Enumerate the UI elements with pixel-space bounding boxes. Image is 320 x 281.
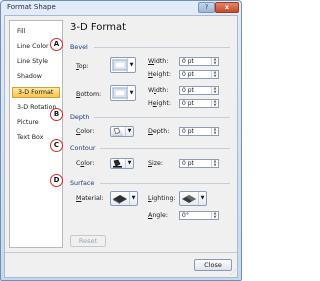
contour-color-label: Color: xyxy=(76,160,95,167)
nav-item-3d-format[interactable]: 3-D Format xyxy=(12,87,60,98)
panel-title: 3-D Format xyxy=(70,22,127,33)
window-close-button[interactable]: x xyxy=(215,2,239,13)
window-title: Format Shape xyxy=(7,3,56,11)
size-label: Size: xyxy=(148,160,164,167)
chevron-down-icon: ▼ xyxy=(127,58,135,72)
dialog-body: Fill Line Color Line Style Shadow 3-D Fo… xyxy=(4,15,238,278)
contour-color-button[interactable]: ▼ xyxy=(110,158,134,169)
close-button[interactable]: Close xyxy=(194,259,232,271)
bevel-heading: Bevel xyxy=(70,43,88,51)
title-bar[interactable]: Format Shape ? x xyxy=(1,1,241,14)
help-button[interactable]: ? xyxy=(198,2,215,13)
callout-d: D xyxy=(50,174,63,187)
depth-divider xyxy=(94,117,230,118)
lighting-label: Lighting: xyxy=(148,195,176,202)
spin-arrows-icon[interactable]: ▲ ▼ xyxy=(211,70,218,78)
bevel-divider xyxy=(94,47,230,48)
material-icon xyxy=(113,195,127,204)
bevel-bottom-label: Bottom: xyxy=(76,91,102,98)
depth-label: Depth: xyxy=(148,128,170,135)
spin-arrows-icon[interactable]: ▲ ▼ xyxy=(211,99,218,107)
surface-divider xyxy=(100,183,230,184)
chevron-down-icon: ▼ xyxy=(125,127,133,136)
bevel-top-dropdown[interactable]: ▼ xyxy=(110,57,136,73)
footer-divider xyxy=(5,252,237,253)
depth-color-button[interactable]: ▼ xyxy=(110,126,134,137)
spin-arrows-icon[interactable]: ▲ ▼ xyxy=(211,57,218,65)
callout-a: A xyxy=(50,38,63,51)
contour-heading: Contour xyxy=(70,144,96,152)
depth-heading: Depth xyxy=(70,113,90,121)
contour-divider xyxy=(100,148,230,149)
depth-color-label: Color: xyxy=(76,128,95,135)
bevel-top-height-spinner[interactable]: 0 pt ▲ ▼ xyxy=(179,70,219,79)
3d-format-panel: 3-D Format Bevel Top: ▼ Width: 0 pt ▲ ▼ H… xyxy=(66,20,234,247)
chevron-down-icon: ▼ xyxy=(129,192,137,205)
paint-bucket-icon xyxy=(112,127,123,136)
chevron-down-icon: ▼ xyxy=(125,159,133,168)
bevel-bottom-width-spinner[interactable]: 0 pt ▲ ▼ xyxy=(179,86,219,95)
resize-grip-icon[interactable]: ⋰ xyxy=(230,269,236,276)
angle-label: Angle: xyxy=(148,212,169,219)
spin-arrows-icon[interactable]: ▲ ▼ xyxy=(211,159,218,167)
bevel-top-width-spinner[interactable]: 0 pt ▲ ▼ xyxy=(179,57,219,66)
format-shape-dialog: Format Shape ? x Fill Line Color Line St… xyxy=(0,0,242,281)
spin-arrows-icon[interactable]: ▲ ▼ xyxy=(211,86,218,94)
bevel-top-width-label: Width: xyxy=(148,58,169,65)
paint-bucket-icon xyxy=(113,159,122,168)
chevron-down-icon: ▼ xyxy=(127,86,135,100)
surface-heading: Surface xyxy=(70,179,95,187)
lighting-dropdown[interactable]: ▼ xyxy=(179,191,207,206)
nav-item-fill[interactable]: Fill xyxy=(12,26,60,37)
material-label: Material: xyxy=(76,195,104,202)
callout-c: C xyxy=(50,139,63,152)
reset-button[interactable]: Reset xyxy=(70,235,106,247)
chevron-down-icon: ▼ xyxy=(198,192,206,205)
nav-item-shadow[interactable]: Shadow xyxy=(12,71,60,82)
bevel-bottom-height-spinner[interactable]: 0 pt ▲ ▼ xyxy=(179,99,219,108)
nav-item-line-style[interactable]: Line Style xyxy=(12,56,60,67)
spin-arrows-icon[interactable]: ▲ ▼ xyxy=(211,127,218,135)
lighting-icon xyxy=(182,195,196,203)
angle-spinner[interactable]: 0° ▲ ▼ xyxy=(179,211,219,220)
category-list: Fill Line Color Line Style Shadow 3-D Fo… xyxy=(9,20,63,248)
bevel-top-label: Top: xyxy=(76,63,89,70)
bevel-bottom-width-label: Width: xyxy=(148,87,169,94)
callout-b: B xyxy=(50,108,63,121)
material-dropdown[interactable]: ▼ xyxy=(110,191,138,206)
depth-spinner[interactable]: 0 pt ▲ ▼ xyxy=(179,127,219,136)
spin-arrows-icon[interactable]: ▲ ▼ xyxy=(211,211,218,219)
bevel-bottom-dropdown[interactable]: ▼ xyxy=(110,85,136,101)
bevel-top-height-label: Height: xyxy=(148,71,171,78)
contour-size-spinner[interactable]: 0 pt ▲ ▼ xyxy=(179,159,219,168)
bevel-bottom-height-label: Height: xyxy=(148,100,171,107)
